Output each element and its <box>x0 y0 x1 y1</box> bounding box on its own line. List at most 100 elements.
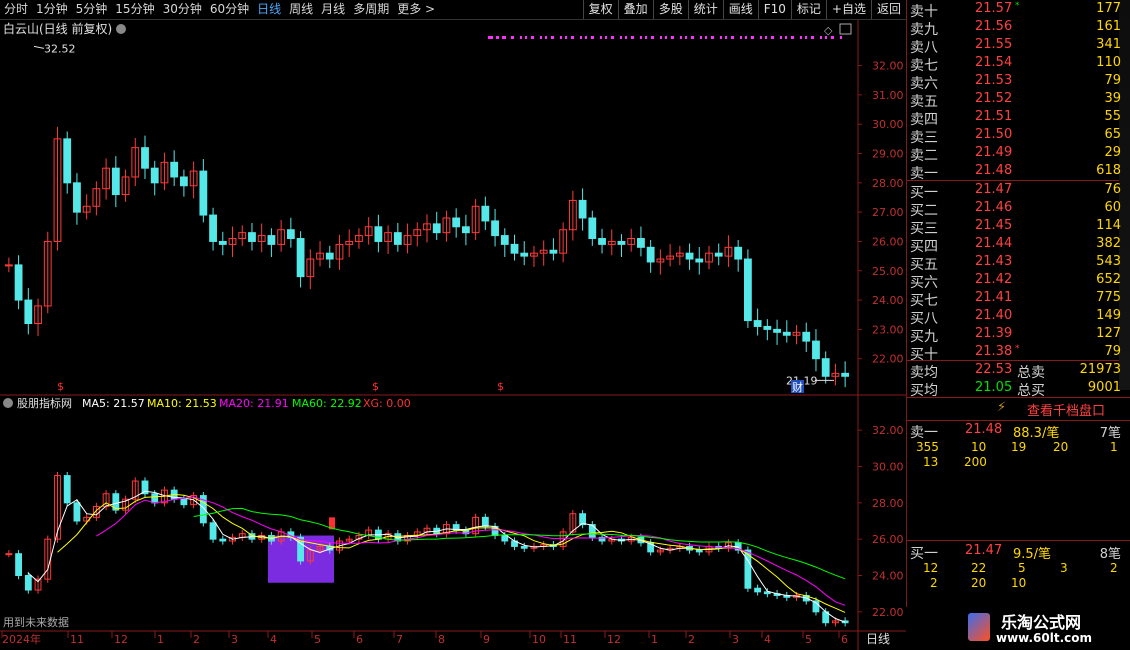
logo-url: www.60lt.com <box>996 631 1093 645</box>
level-price: 21.54 <box>975 55 1013 70</box>
order-qty: 20 <box>971 576 987 590</box>
toolbar-button-0[interactable]: 复权 <box>582 0 618 19</box>
ind-candle-body <box>501 535 509 542</box>
sell-level-6[interactable]: 卖四 21.51 55 <box>907 108 1130 128</box>
legend-ma10: MA10: 21.53 <box>147 397 217 410</box>
main-y-label: 32.00 <box>872 60 904 73</box>
buy-level-9[interactable]: 买十 21.38 79 * <box>907 343 1130 363</box>
buy-level-7[interactable]: 买八 21.40 149 <box>907 307 1130 327</box>
sell-level-0[interactable]: 卖十 21.57 177 * <box>907 0 1130 20</box>
toolbar-button-1[interactable]: 叠加 <box>617 0 653 19</box>
order-qty: 20 <box>1053 440 1069 454</box>
level-volume: 110 <box>1096 55 1121 70</box>
main-y-label: 31.00 <box>872 89 904 102</box>
signal-mark <box>631 36 634 39</box>
toolbar-button-6[interactable]: 标记 <box>790 0 826 19</box>
buy-level-6[interactable]: 买七 21.41 775 <box>907 289 1130 309</box>
buy-level-1[interactable]: 买二 21.46 60 <box>907 199 1130 219</box>
indicator-dropdown-icon[interactable] <box>3 398 13 408</box>
period-tab-10[interactable]: 更多 > <box>393 0 439 19</box>
window-icon[interactable] <box>839 23 852 35</box>
signal-mark <box>825 36 827 39</box>
buy-level-2[interactable]: 买三 21.45 114 <box>907 217 1130 237</box>
dividend-marker[interactable]: $ <box>372 380 379 393</box>
indicator-name: 股朋指标网 <box>17 396 72 410</box>
period-tag[interactable]: 日线 <box>866 632 890 646</box>
signal-mark <box>751 36 754 39</box>
ind-candle-body <box>695 549 703 553</box>
level-price: 21.48 <box>975 163 1013 178</box>
level-price: 21.50 <box>975 127 1013 142</box>
candle-body <box>637 238 645 248</box>
title-dropdown-icon[interactable] <box>116 24 126 34</box>
sell-level-2[interactable]: 卖八 21.55 341 <box>907 36 1130 56</box>
period-tab-5[interactable]: 60分钟 <box>206 0 253 19</box>
main-y-label: 22.00 <box>872 353 904 366</box>
candle-body <box>588 217 597 240</box>
toolbar-button-5[interactable]: F10 <box>757 0 791 19</box>
sell-level-4[interactable]: 卖六 21.53 79 <box>907 72 1130 92</box>
period-tab-9[interactable]: 多周期 <box>349 0 393 19</box>
toolbar-button-2[interactable]: 多股 <box>652 0 688 19</box>
level-volume: 161 <box>1096 19 1121 34</box>
period-tab-8[interactable]: 月线 <box>317 0 349 19</box>
level-volume: 76 <box>1104 182 1121 197</box>
kline-chart[interactable]: 白云山(日线 前复权) ◇ 32.00 31.00 30.00 29.00 28.00 27.… <box>0 20 906 650</box>
period-tab-6[interactable]: 日线 <box>253 0 285 19</box>
level-volume: 618 <box>1096 163 1121 178</box>
buy-level-0[interactable]: 买一 21.47 76 <box>907 181 1130 201</box>
sell-level-7[interactable]: 卖三 21.50 65 <box>907 126 1130 146</box>
dividend-marker[interactable]: $ <box>57 380 64 393</box>
order-qty: 2 <box>930 576 938 590</box>
candle-body <box>812 340 820 360</box>
signal-mark <box>711 36 714 39</box>
signal-mark <box>651 36 654 39</box>
level-price: 21.46 <box>975 200 1013 215</box>
candle-body <box>773 328 781 333</box>
diamond-icon[interactable]: ◇ <box>824 24 833 37</box>
buy-level-4[interactable]: 买五 21.43 543 <box>907 253 1130 273</box>
dividend-marker[interactable]: $ <box>497 380 504 393</box>
period-tab-7[interactable]: 周线 <box>285 0 317 19</box>
sell-level-9[interactable]: 卖一 21.48 618 <box>907 162 1130 182</box>
signal-mark <box>820 36 822 39</box>
sell-level-5[interactable]: 卖五 21.52 39 <box>907 90 1130 110</box>
candle-body <box>734 246 743 260</box>
candle-body <box>782 331 791 336</box>
signal-mark <box>511 36 514 39</box>
cai-badge[interactable]: 财 <box>792 380 803 394</box>
period-tab-1[interactable]: 1分钟 <box>32 0 72 19</box>
candle-body <box>695 258 704 263</box>
toolbar-button-8[interactable]: 返回 <box>870 0 906 19</box>
order-qty: 19 <box>1011 440 1027 454</box>
future-data-note: 用到未来数据 <box>3 615 69 629</box>
signal-mark <box>691 36 694 39</box>
view-thousand-button[interactable]: ⚡ 查看千档盘口 <box>907 399 1130 419</box>
toolbar-button-3[interactable]: 统计 <box>687 0 723 19</box>
candle-body <box>393 232 402 245</box>
period-tab-3[interactable]: 15分钟 <box>111 0 158 19</box>
level-price: 21.45 <box>975 218 1013 233</box>
toolbar-button-4[interactable]: 画线 <box>722 0 758 19</box>
buy-level-3[interactable]: 买四 21.44 382 <box>907 235 1130 255</box>
sell-level-1[interactable]: 卖九 21.56 161 <box>907 18 1130 38</box>
avg-tv: 9001 <box>1087 380 1121 395</box>
signal-mark <box>600 36 602 39</box>
period-tab-2[interactable]: 5分钟 <box>72 0 112 19</box>
sell-level-3[interactable]: 卖七 21.54 110 <box>907 54 1130 74</box>
sell-level-8[interactable]: 卖二 21.49 29 <box>907 144 1130 164</box>
x-label: 2024年 <box>2 632 41 646</box>
candle-body <box>170 161 179 178</box>
toolbar-button-7[interactable]: +自选 <box>825 0 871 19</box>
level-price: 21.40 <box>975 308 1013 323</box>
level-price: 21.47 <box>975 182 1013 197</box>
buy-level-5[interactable]: 买六 21.42 652 <box>907 271 1130 291</box>
buy-level-8[interactable]: 买九 21.39 127 <box>907 325 1130 345</box>
period-tab-4[interactable]: 30分钟 <box>159 0 206 19</box>
legend-ma5: MA5: 21.57 <box>82 397 145 410</box>
avg-pr: 22.53 <box>975 362 1013 377</box>
x-label: 12 <box>114 633 128 646</box>
period-tab-0[interactable]: 分时 <box>0 0 32 19</box>
candle-body <box>73 182 81 213</box>
level-volume: 149 <box>1096 308 1121 323</box>
